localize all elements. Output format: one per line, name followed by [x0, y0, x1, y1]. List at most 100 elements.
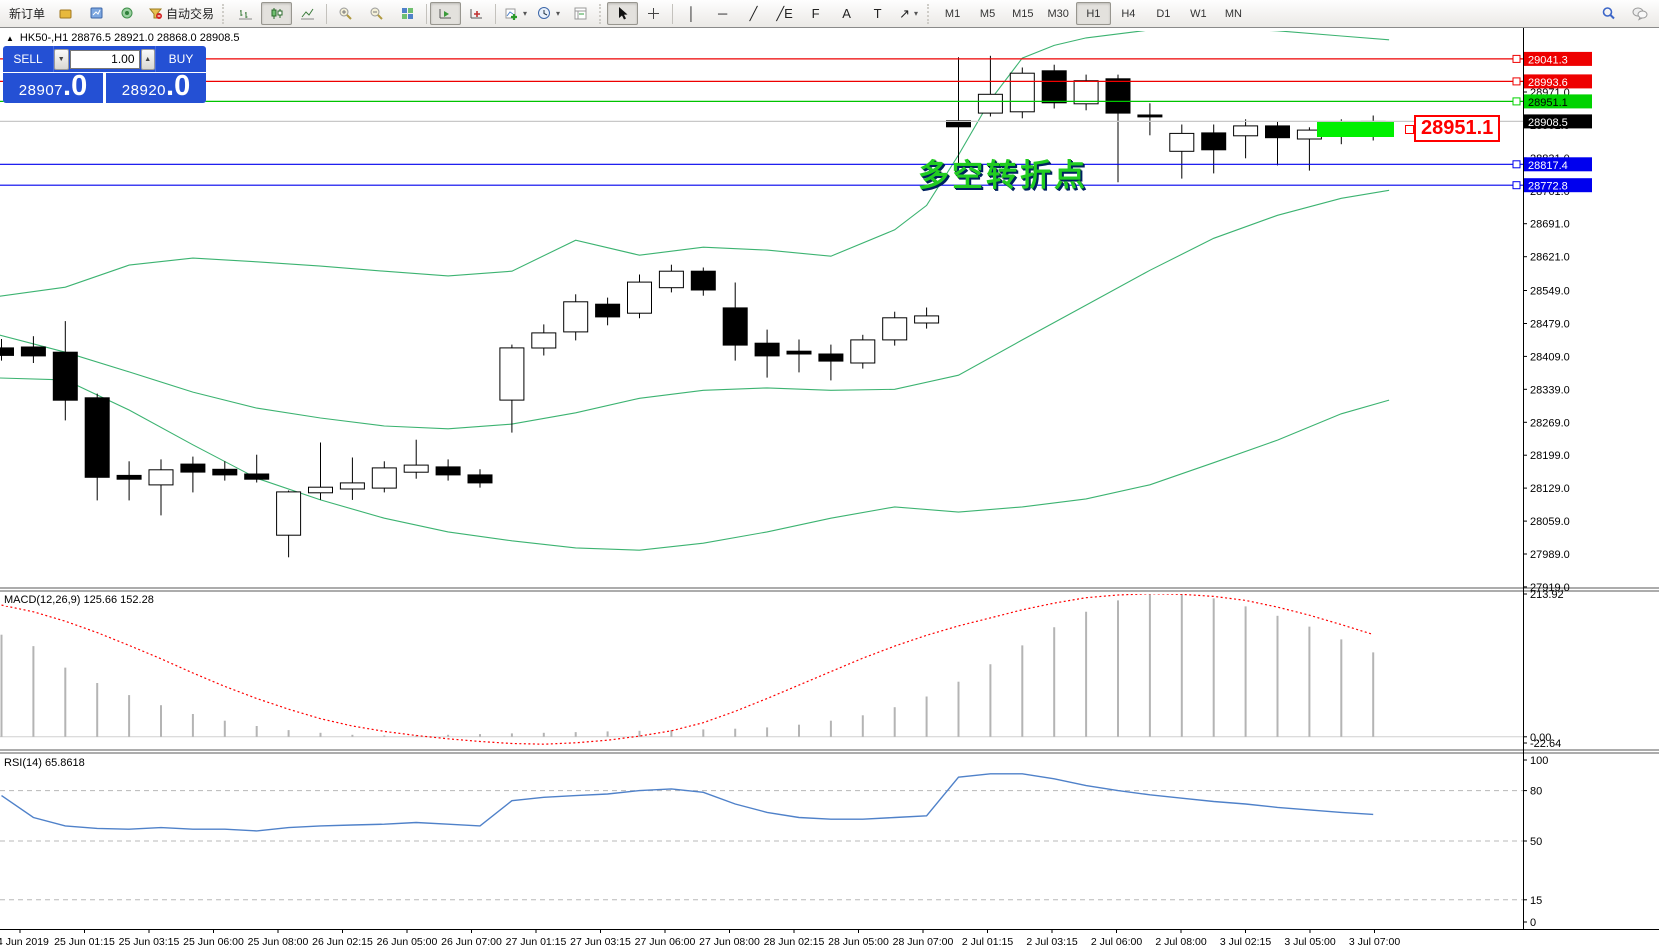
chart-profile-button[interactable] [50, 2, 81, 25]
highlight-rectangle-annotation[interactable] [1317, 122, 1394, 137]
chart-canvas[interactable]: 28971.028901.028831.028761.028691.028621… [0, 28, 1659, 950]
timeframe-button-W1[interactable]: W1 [1181, 2, 1216, 25]
candlestick-chart-button[interactable] [261, 2, 292, 25]
label-tool[interactable]: T [862, 2, 893, 25]
crosshair-icon [646, 6, 661, 21]
timeframe-button-H4[interactable]: H4 [1111, 2, 1146, 25]
symbol-ohlc-text: HK50-,H1 28876.5 28921.0 28868.0 28908.5 [20, 32, 240, 44]
horizontal-line-tool[interactable]: ─ [707, 2, 738, 25]
shapes-tool[interactable]: ↗ ▾ [893, 2, 924, 25]
text-tool[interactable]: A [831, 2, 862, 25]
time-label-19: 3 Jul 02:15 [1220, 936, 1272, 948]
price-callout-label[interactable]: 28951.1 [1414, 115, 1500, 142]
candle-14 [436, 459, 460, 480]
one-click-trade-panel: SELL ▼ ▲ BUY 28907 .0 28920 .0 [3, 46, 206, 103]
candlestick-icon [269, 6, 284, 21]
timeframe-button-D1[interactable]: D1 [1146, 2, 1181, 25]
chart-text-annotation[interactable]: 多空转折点 [918, 150, 1088, 195]
auto-trading-button[interactable]: 自动交易 [143, 2, 219, 25]
time-label-10: 27 Jun 06:00 [635, 936, 696, 948]
collapse-panel-icon[interactable]: ▲ [6, 34, 14, 43]
level-anchor-square[interactable] [1513, 55, 1520, 62]
bollinger-upper-band [0, 28, 1389, 296]
candle-21 [659, 265, 683, 293]
crosshair-button[interactable] [638, 2, 669, 25]
templates-button[interactable] [565, 2, 596, 25]
price-badge-text: 28951.1 [1528, 97, 1568, 109]
timeframe-button-M5[interactable]: M5 [970, 2, 1005, 25]
search-icon [1601, 6, 1616, 21]
label-tool-icon: T [874, 7, 882, 20]
level-anchor-square[interactable] [1513, 182, 1520, 189]
rsi-panel [0, 774, 1523, 900]
indicator-scale-tick: 0 [1530, 917, 1536, 929]
bollinger-lower-band [0, 378, 1389, 550]
horizontal-level-lines[interactable] [0, 59, 1523, 185]
vertical-line-tool[interactable]: │ [676, 2, 707, 25]
candle-9 [277, 491, 301, 558]
toolbar-grip [222, 4, 227, 24]
volume-spinner: ▼ ▲ [54, 46, 155, 72]
candle-19 [596, 298, 620, 326]
timeframe-button-MN[interactable]: MN [1216, 2, 1251, 25]
new-order-button[interactable]: 新订单 [4, 2, 50, 25]
channel-icon: ╱E [776, 7, 793, 20]
buy-price-display[interactable]: 28920 .0 [106, 73, 206, 103]
timeframe-button-M1[interactable]: M1 [935, 2, 970, 25]
sell-price-display[interactable]: 28907 .0 [3, 73, 103, 103]
candle-16 [500, 345, 524, 433]
volume-increase-button[interactable]: ▲ [141, 49, 156, 70]
sell-button[interactable]: SELL [3, 46, 54, 72]
indicators-button[interactable]: ▾ [499, 2, 532, 25]
auto-scroll-button[interactable] [430, 2, 461, 25]
periods-button[interactable]: ▾ [532, 2, 565, 25]
price-axis[interactable]: 28971.028901.028831.028761.028691.028621… [1513, 52, 1592, 929]
level-anchor-square[interactable] [1513, 78, 1520, 85]
time-label-8: 27 Jun 01:15 [506, 936, 567, 948]
main-toolbar: 新订单 自动交易 [0, 0, 1659, 28]
level-anchor-square[interactable] [1513, 161, 1520, 168]
time-label-12: 28 Jun 02:15 [764, 936, 825, 948]
line-chart-button[interactable] [292, 2, 323, 25]
price-tick-28549.0: 28549.0 [1530, 286, 1570, 298]
fibonacci-tool[interactable]: F [800, 2, 831, 25]
volume-decrease-button[interactable]: ▼ [54, 49, 69, 70]
zoom-out-button[interactable] [361, 2, 392, 25]
buy-button[interactable]: BUY [155, 46, 206, 72]
price-tick-28691.0: 28691.0 [1530, 219, 1570, 231]
zoom-in-button[interactable] [330, 2, 361, 25]
trendline-tool[interactable]: ╱ [738, 2, 769, 25]
candle-35 [1106, 75, 1130, 183]
timeframe-button-M30[interactable]: M30 [1040, 2, 1075, 25]
market-watch-icon [89, 6, 104, 21]
time-label-9: 27 Jun 03:15 [570, 936, 631, 948]
market-watch-button[interactable] [81, 2, 112, 25]
chart-ohlc-header: ▲ HK50-,H1 28876.5 28921.0 28868.0 28908… [6, 32, 240, 44]
trendline-icon: ╱ [750, 7, 758, 20]
channel-tool[interactable]: ╱E [769, 2, 800, 25]
indicators-caret: ▾ [523, 9, 527, 18]
indicator-scale-tick: 50 [1530, 836, 1542, 848]
indicator-scale-tick: -22.64 [1530, 738, 1561, 750]
price-badge-text: 28908.5 [1528, 117, 1568, 129]
timeframe-button-H1[interactable]: H1 [1076, 2, 1111, 25]
cursor-button[interactable] [607, 2, 638, 25]
navigator-button[interactable] [112, 2, 143, 25]
sell-price-pips: .0 [63, 73, 87, 100]
chart-shift-button[interactable] [461, 2, 492, 25]
candle-27 [851, 335, 875, 369]
tile-windows-button[interactable] [392, 2, 423, 25]
profile-icon [58, 6, 73, 21]
level-anchor-square[interactable] [1513, 98, 1520, 105]
chat-button[interactable] [1624, 2, 1655, 25]
volume-input[interactable] [70, 50, 140, 69]
search-button[interactable] [1593, 2, 1624, 25]
candle-8 [245, 455, 269, 483]
price-tick-28199.0: 28199.0 [1530, 450, 1570, 462]
timeframe-button-M15[interactable]: M15 [1005, 2, 1040, 25]
chat-icon [1632, 6, 1647, 21]
toolbar-grip [927, 4, 932, 24]
candle-26 [819, 345, 843, 381]
time-axis[interactable]: 24 Jun 201925 Jun 01:1525 Jun 03:1525 Ju… [0, 929, 1400, 948]
bar-chart-button[interactable] [230, 2, 261, 25]
